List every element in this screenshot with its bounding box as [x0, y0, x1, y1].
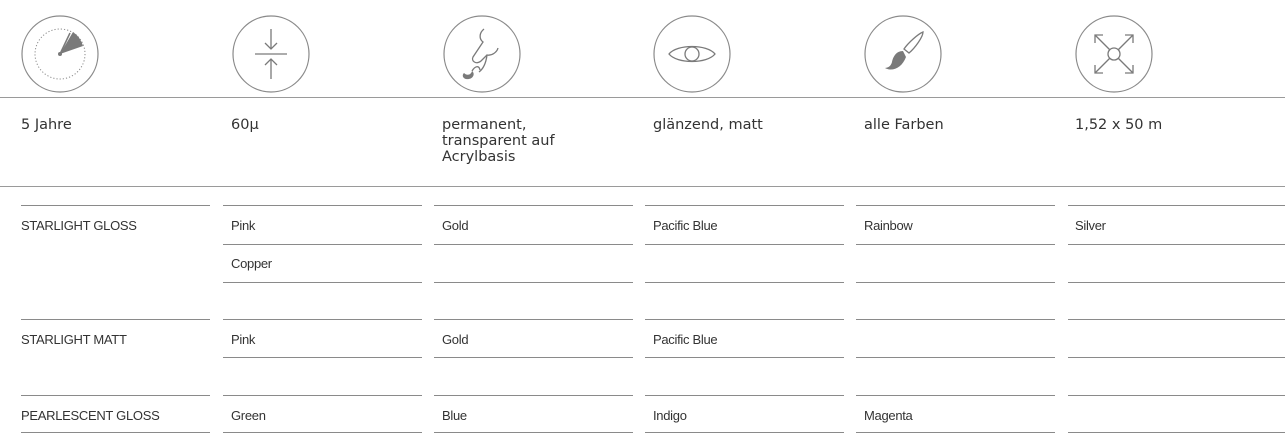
row-rule: [21, 432, 210, 433]
row-rule: [1068, 205, 1285, 206]
color-cell: Magenta: [864, 408, 913, 423]
row-rule: [1068, 432, 1285, 433]
row-rule: [856, 244, 1055, 245]
row-rule: [645, 282, 844, 283]
color-cell: Indigo: [653, 408, 687, 423]
row-rule: [856, 282, 1055, 283]
adhesive-drop-icon: [443, 15, 521, 93]
row-rule: [856, 205, 1055, 206]
row-rule: [434, 282, 633, 283]
spec-thickness: 60µ: [231, 117, 259, 133]
row-rule: [434, 432, 633, 433]
color-cell: Pink: [231, 218, 256, 233]
row-rule: [223, 432, 422, 433]
row-rule: [645, 244, 844, 245]
row-rule: [434, 205, 633, 206]
eye-icon: [653, 15, 731, 93]
row-rule: [856, 357, 1055, 358]
row-rule: [1068, 395, 1285, 396]
row-rule: [434, 395, 633, 396]
row-rule: [223, 319, 422, 320]
spec-durability: 5 Jahre: [21, 117, 72, 133]
row-rule: [223, 357, 422, 358]
row-rule: [1068, 357, 1285, 358]
row-rule: [856, 432, 1055, 433]
row-rule: [21, 395, 210, 396]
color-cell: Gold: [442, 332, 469, 347]
spec-size: 1,52 x 50 m: [1075, 117, 1163, 133]
spec-finish: glänzend, matt: [653, 117, 763, 133]
color-cell: Green: [231, 408, 266, 423]
product-name-starlight-gloss: STARLIGHT GLOSS: [21, 218, 137, 233]
row-rule: [434, 244, 633, 245]
row-rule: [645, 319, 844, 320]
row-rule: [223, 244, 422, 245]
spec-colors: alle Farben: [864, 117, 944, 133]
product-name-starlight-matt: STARLIGHT MATT: [21, 332, 127, 347]
color-cell: Silver: [1075, 218, 1106, 233]
row-rule: [856, 319, 1055, 320]
row-rule: [645, 205, 844, 206]
color-cell: Pacific Blue: [653, 332, 718, 347]
color-cell: Rainbow: [864, 218, 913, 233]
row-rule: [1068, 282, 1285, 283]
row-rule: [645, 357, 844, 358]
expand-arrows-icon: [1075, 15, 1153, 93]
color-cell: Gold: [442, 218, 469, 233]
clock-icon: [21, 15, 99, 93]
product-name-pearlescent-gloss: PEARLESCENT GLOSS: [21, 408, 160, 423]
specs-divider: [0, 186, 1285, 187]
row-rule: [21, 205, 210, 206]
row-rule: [1068, 319, 1285, 320]
color-cell: Pink: [231, 332, 256, 347]
row-rule: [434, 357, 633, 358]
row-rule: [645, 432, 844, 433]
color-cell: Copper: [231, 256, 272, 271]
color-cell: Pacific Blue: [653, 218, 718, 233]
row-rule: [21, 319, 210, 320]
spec-adhesive: permanent, transparent auf Acrylbasis: [442, 117, 555, 165]
thickness-arrows-icon: [232, 15, 310, 93]
row-rule: [223, 395, 422, 396]
row-rule: [1068, 244, 1285, 245]
color-cell: Blue: [442, 408, 467, 423]
row-rule: [434, 319, 633, 320]
row-rule: [223, 282, 422, 283]
row-rule: [223, 205, 422, 206]
row-rule: [645, 395, 844, 396]
paintbrush-icon: [864, 15, 942, 93]
row-rule: [856, 395, 1055, 396]
header-divider: [0, 97, 1285, 98]
